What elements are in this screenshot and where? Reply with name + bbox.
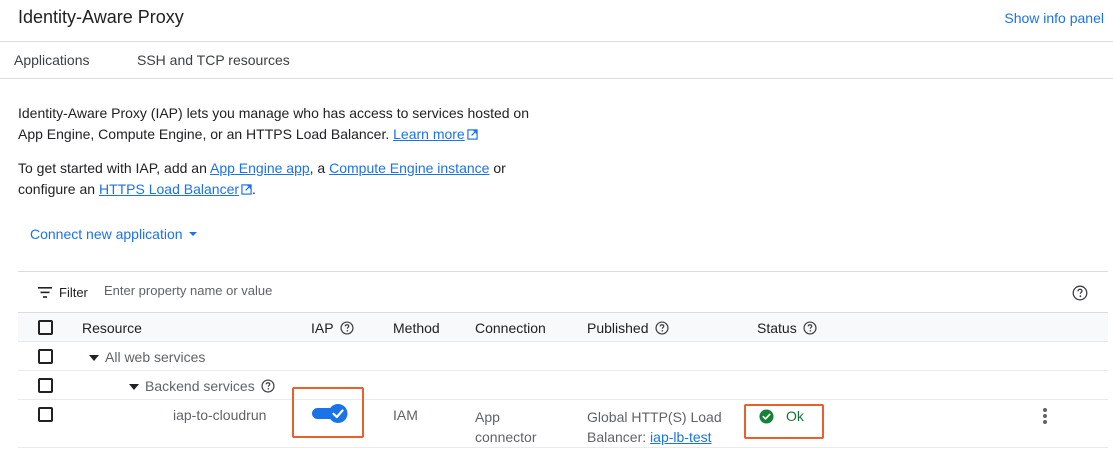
intro-paragraph: Identity-Aware Proxy (IAP) lets you mana… (18, 103, 529, 145)
connection-value: App connector (475, 409, 537, 445)
show-info-panel-button[interactable]: Show info panel (1004, 10, 1104, 26)
highlight-box-status (744, 404, 824, 439)
published-value: Global HTTP(S) Load Balancer: iap-lb-tes… (587, 409, 722, 445)
external-link-icon (467, 129, 478, 140)
select-all-checkbox[interactable] (38, 320, 53, 335)
column-header-resource[interactable]: Resource (82, 320, 142, 336)
intro-line-1: Identity-Aware Proxy (IAP) lets you mana… (18, 105, 529, 121)
learn-more-link[interactable]: Learn more (393, 126, 465, 142)
filter-label: Filter (59, 285, 88, 300)
method-value: IAM (393, 407, 418, 423)
help-icon[interactable] (803, 321, 817, 335)
page-header: Identity-Aware Proxy Show info panel (0, 0, 1113, 42)
tab-applications[interactable]: Applications (14, 52, 90, 68)
row-checkbox[interactable] (38, 378, 53, 393)
column-header-connection[interactable]: Connection (475, 320, 546, 336)
intro-line-2: App Engine, Compute Engine, or an HTTPS … (18, 124, 529, 145)
resource-name: iap-to-cloudrun (173, 407, 267, 423)
table-row: Backend services (18, 371, 1108, 400)
column-header-published: Published (587, 320, 669, 336)
help-icon[interactable] (654, 321, 669, 335)
tab-bar: Applications SSH and TCP resources (0, 42, 1113, 79)
connect-new-application-label: Connect new application (30, 226, 183, 242)
column-header-status: Status (757, 320, 817, 336)
app-engine-link[interactable]: App Engine app (210, 160, 310, 176)
table-row: All web services (18, 342, 1108, 371)
row-checkbox[interactable] (38, 407, 53, 422)
expand-triangle-icon (129, 384, 139, 390)
filter-input[interactable] (104, 283, 404, 298)
help-icon[interactable] (261, 379, 275, 393)
caret-down-icon (188, 232, 197, 236)
connect-new-application-button[interactable]: Connect new application (30, 226, 197, 242)
more-actions-icon[interactable] (1039, 408, 1051, 426)
get-started-line-1: To get started with IAP, add an App Engi… (18, 160, 506, 176)
compute-engine-link[interactable]: Compute Engine instance (329, 160, 489, 176)
highlight-box-iap-toggle (292, 387, 364, 438)
filter-icon (38, 287, 52, 298)
column-header-iap: IAP (311, 320, 354, 336)
page-title: Identity-Aware Proxy (18, 7, 184, 27)
row-checkbox[interactable] (38, 349, 53, 364)
tab-ssh-tcp-resources[interactable]: SSH and TCP resources (137, 52, 290, 68)
load-balancer-link[interactable]: iap-lb-test (650, 429, 711, 445)
help-icon[interactable] (1072, 285, 1088, 301)
resource-group-backend-services[interactable]: Backend services (129, 378, 275, 394)
https-load-balancer-link[interactable]: HTTPS Load Balancer (99, 181, 239, 197)
table-row: iap-to-cloudrun IAM App connector Global… (18, 400, 1108, 448)
get-started-paragraph: To get started with IAP, add an App Engi… (18, 158, 506, 200)
table-header-row: Resource IAP Method Connection Published… (18, 312, 1108, 342)
expand-triangle-icon (89, 355, 99, 361)
get-started-line-2: configure an HTTPS Load Balancer. (18, 181, 256, 197)
resources-table: Resource IAP Method Connection Published… (18, 312, 1108, 448)
filter-bar: Filter (18, 271, 1108, 312)
help-icon[interactable] (340, 321, 354, 335)
column-header-method[interactable]: Method (393, 320, 440, 336)
external-link-icon (241, 184, 252, 195)
resource-group-all-web-services[interactable]: All web services (89, 349, 205, 365)
